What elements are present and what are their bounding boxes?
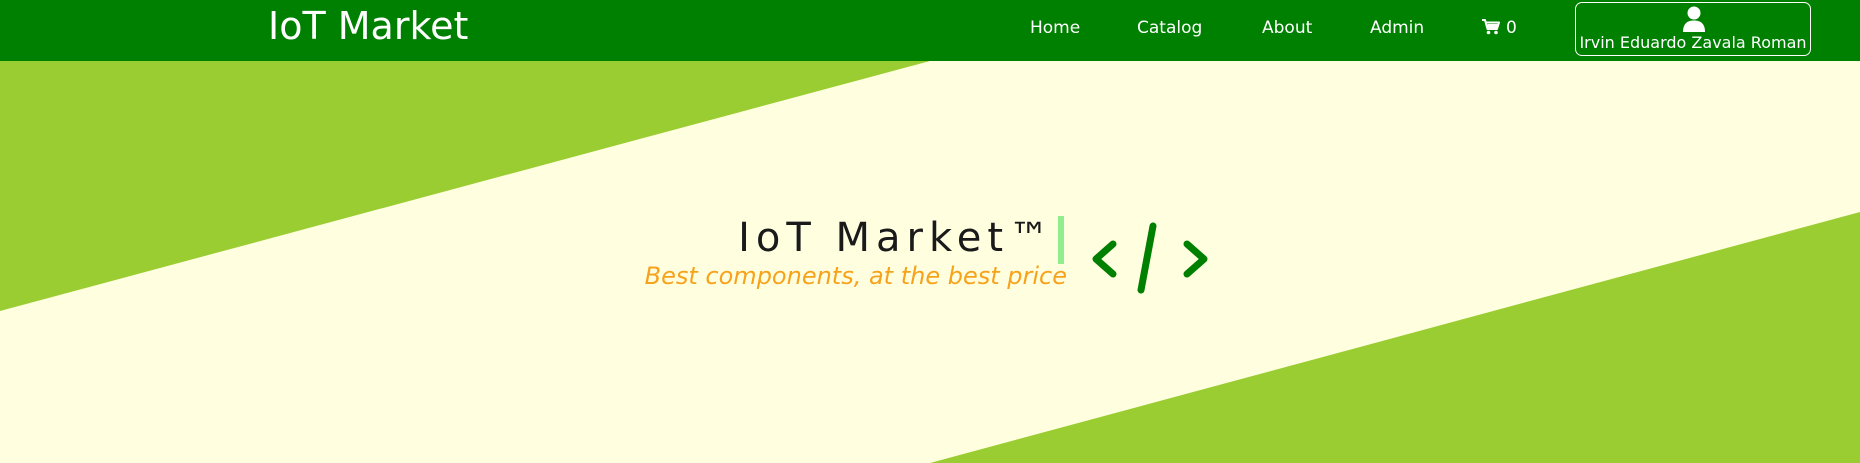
user-icon: [1683, 6, 1705, 32]
user-profile-button[interactable]: Irvin Eduardo Zavala Roman: [1575, 2, 1811, 56]
code-icon: [1092, 222, 1208, 294]
navbar: IoT Market Home Catalog About Admin 0 Ir…: [0, 0, 1860, 61]
hero-title: IoT Market™: [738, 215, 1055, 261]
shopping-cart-icon: [1482, 19, 1500, 35]
nav-link-home[interactable]: Home: [1030, 18, 1080, 38]
cart-button[interactable]: 0: [1482, 18, 1517, 38]
typing-cursor: [1058, 216, 1064, 264]
brand-logo[interactable]: IoT Market: [268, 0, 468, 52]
nav-link-about[interactable]: About: [1262, 18, 1312, 38]
nav-link-catalog[interactable]: Catalog: [1137, 18, 1202, 38]
cart-count: 0: [1506, 18, 1517, 38]
user-name: Irvin Eduardo Zavala Roman: [1579, 33, 1807, 52]
hero-subtitle: Best components, at the best price: [644, 262, 1067, 290]
nav-link-admin[interactable]: Admin: [1370, 18, 1424, 38]
